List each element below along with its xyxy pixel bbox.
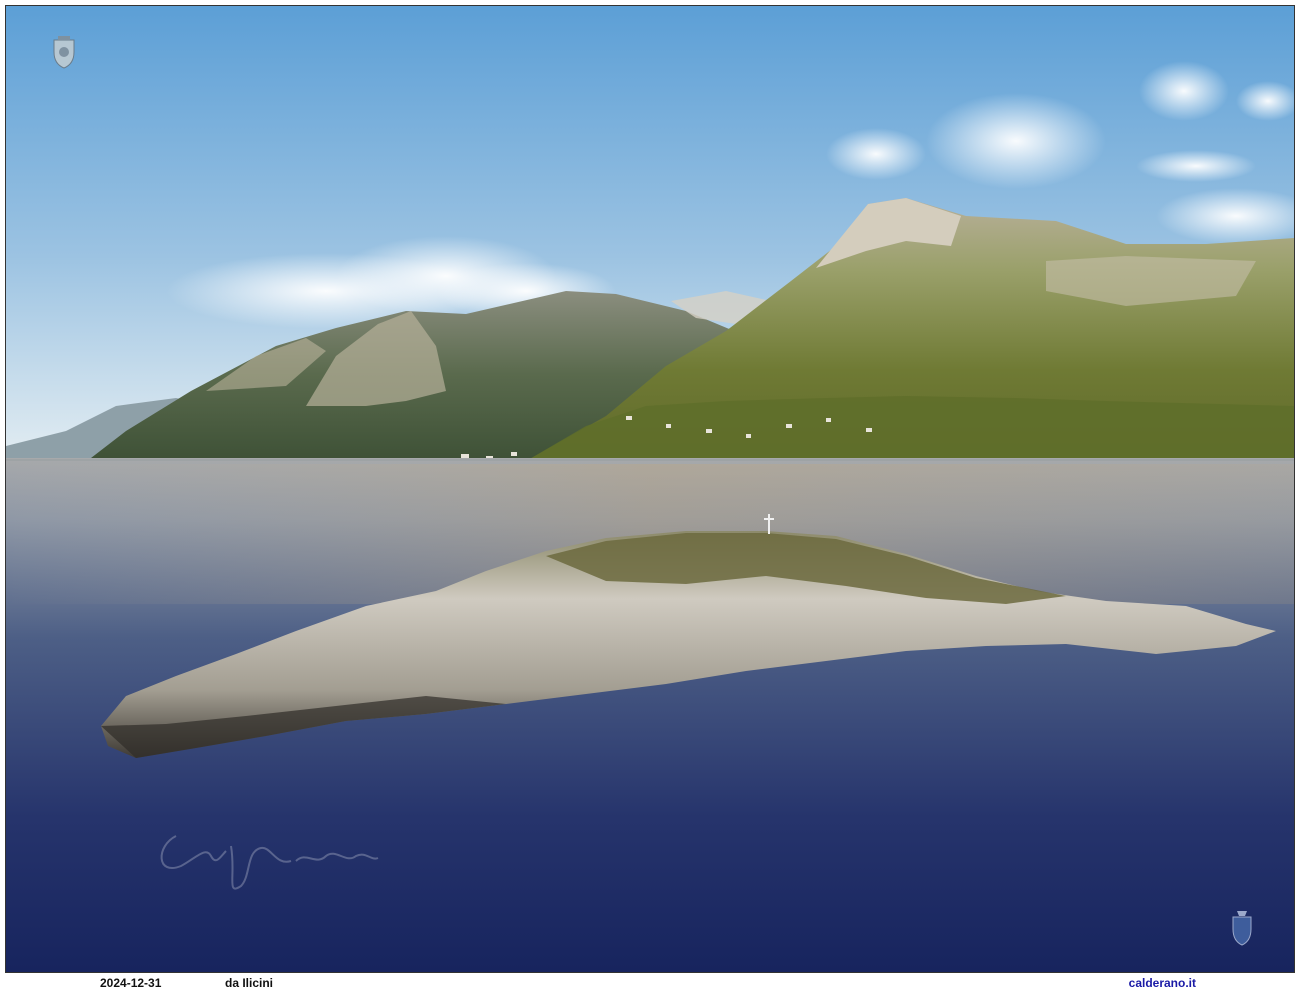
landscape-photo xyxy=(6,6,1294,972)
photo-date: 2024-12-31 xyxy=(100,976,162,990)
photo-caption: da Ilicini xyxy=(225,976,274,990)
photo-frame xyxy=(5,5,1295,973)
footer-bar: 2024-12-31 da Ilicini calderano.it xyxy=(0,974,1300,992)
crest-logo-top xyxy=(53,36,75,69)
site-link[interactable]: calderano.it xyxy=(1129,974,1196,992)
